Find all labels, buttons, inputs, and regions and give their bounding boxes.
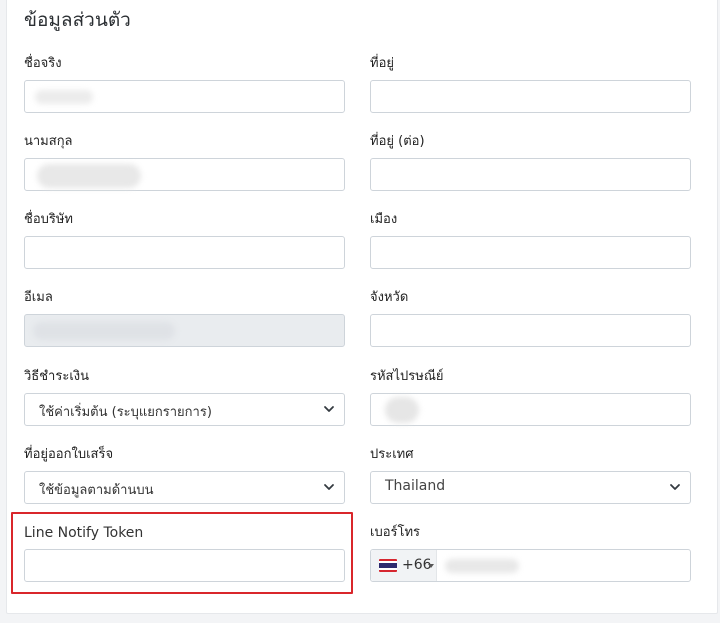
address2-label: ที่อยู่ (ต่อ) [370, 134, 425, 149]
country-label: ประเทศ [370, 447, 414, 462]
first-name-label: ชื่อจริง [24, 56, 62, 71]
invoice-address-selected: ใช้ข้อมูลตามด้านบน [39, 483, 154, 498]
chevron-down-icon [322, 480, 336, 494]
redacted-value [35, 90, 93, 104]
company-label: ชื่อบริษัท [24, 212, 74, 227]
last-name-input[interactable] [24, 158, 345, 191]
country-select[interactable]: Thailand [370, 471, 691, 504]
province-input[interactable] [370, 314, 691, 347]
email-label: อีเมล [24, 290, 53, 305]
invoice-address-select[interactable]: ใช้ข้อมูลตามด้านบน [24, 471, 345, 504]
city-input[interactable] [370, 236, 691, 269]
redacted-value [385, 397, 419, 423]
caret-down-icon [428, 564, 434, 568]
email-input [24, 314, 345, 347]
company-input[interactable] [24, 236, 345, 269]
invoice-address-label: ที่อยู่ออกใบเสร็จ [24, 447, 114, 462]
postcode-label: รหัสไปรษณีย์ [370, 369, 444, 384]
phone-input[interactable]: +66 [370, 549, 691, 582]
thailand-flag-icon [379, 559, 397, 572]
line-token-label: Line Notify Token [24, 525, 144, 541]
address2-input[interactable] [370, 158, 691, 191]
redacted-value [33, 322, 175, 340]
payment-method-label: วิธีชำระเงิน [24, 369, 89, 384]
address1-input[interactable] [370, 80, 691, 113]
line-token-input[interactable] [24, 549, 345, 582]
phone-label: เบอร์โทร [370, 525, 421, 540]
payment-method-select[interactable]: ใช้ค่าเริ่มต้น (ระบุแยกรายการ) [24, 393, 345, 426]
address1-label: ที่อยู่ [370, 56, 394, 71]
first-name-input[interactable] [24, 80, 345, 113]
postcode-input[interactable] [370, 393, 691, 426]
province-label: จังหวัด [370, 290, 409, 305]
chevron-down-icon [322, 402, 336, 416]
section-title: ข้อมูลส่วนตัว [24, 9, 131, 31]
country-selected: Thailand [385, 478, 446, 494]
payment-method-selected: ใช้ค่าเริ่มต้น (ระบุแยกรายการ) [39, 405, 212, 420]
last-name-label: นามสกุล [24, 134, 73, 149]
city-label: เมือง [370, 212, 398, 227]
chevron-down-icon [668, 480, 682, 494]
redacted-value [445, 559, 519, 573]
country-code-dropdown[interactable]: +66 [371, 550, 437, 581]
redacted-value [37, 164, 141, 188]
